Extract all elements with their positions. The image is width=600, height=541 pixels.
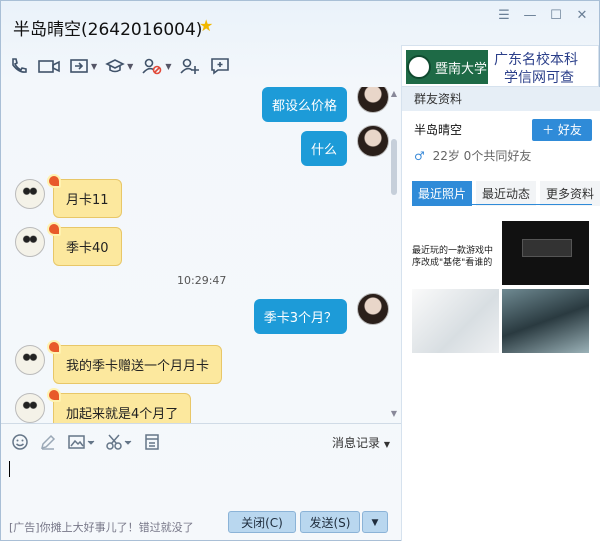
window-title: 半岛晴空(2642016004) <box>13 20 203 40</box>
message-bubble-received: 月卡11 <box>47 174 122 218</box>
avatar[interactable] <box>357 293 389 325</box>
message-bubble-received: 季卡40 <box>47 222 122 266</box>
scissors-icon[interactable] <box>105 433 133 454</box>
male-icon: ♂ <box>414 149 425 163</box>
comment-icon[interactable] <box>209 57 231 75</box>
message-bubble-received: 加起来就是4个月了 <box>46 388 192 423</box>
chevron-down-icon[interactable]: ▼ <box>165 62 171 71</box>
scrollbar-thumb[interactable] <box>391 139 397 195</box>
university-name: 暨南大学 <box>434 61 487 77</box>
share-screen-icon[interactable]: ▼ <box>69 57 97 75</box>
message-history-link[interactable]: 消息记录 ▼ <box>332 434 390 451</box>
block-user-icon[interactable]: ▼ <box>141 57 171 75</box>
message-bubble-received: 我的季卡赠送一个月月卡 <box>46 340 223 384</box>
message-bubble-sent: 季卡3个月？ <box>253 299 347 334</box>
chat-window: 半岛晴空(2642016004) ★ ☰ — ☐ ✕ ▼ ▼ ▼ 暨南大学 广东… <box>0 0 600 541</box>
message-input[interactable] <box>9 457 393 505</box>
emoji-icon[interactable] <box>11 433 29 454</box>
footer-ad-text[interactable]: [广告]你摊上大好事儿了！错过就没了 <box>9 519 194 535</box>
message-timestamp: 10:29:47 <box>177 274 227 287</box>
title-bar: 半岛晴空(2642016004) ★ ☰ — ☐ ✕ <box>1 1 600 47</box>
edit-icon[interactable] <box>39 433 57 454</box>
member-meta: ♂ 22岁 0个共同好友 <box>414 147 531 164</box>
plus-icon: ＋ <box>542 123 555 137</box>
video-icon[interactable] <box>37 57 61 75</box>
photo-thumbnail[interactable] <box>502 289 589 353</box>
menu-icon[interactable]: ☰ <box>493 7 515 25</box>
chat-scrollbar[interactable]: ▲ ▼ <box>389 87 399 423</box>
chevron-down-icon: ▼ <box>383 440 390 449</box>
avatar[interactable] <box>15 393 45 423</box>
photo-thumbnail[interactable] <box>502 221 589 285</box>
chevron-down-icon[interactable]: ▼ <box>127 62 133 71</box>
text-cursor <box>9 461 10 477</box>
scroll-down-icon[interactable]: ▼ <box>389 409 399 418</box>
university-logo: 暨南大学 <box>406 50 488 84</box>
panel-tabs: 最近照片 最近动态 更多资料 <box>412 181 600 206</box>
photo-caption-line: 序改成"基佬"看谁的 <box>412 258 493 268</box>
add-friend-button[interactable]: ＋ 好友 <box>532 119 592 141</box>
history-icon[interactable] <box>143 433 161 454</box>
tab-recent-photos[interactable]: 最近照片 <box>412 181 472 206</box>
message-bubble-sent: 都设么价格 <box>261 87 347 122</box>
chevron-down-icon[interactable]: ▼ <box>91 62 97 71</box>
avatar[interactable] <box>357 87 389 113</box>
close-button[interactable]: 关闭(C) <box>228 511 296 533</box>
member-name: 半岛晴空 <box>414 123 463 137</box>
add-friend-icon[interactable] <box>179 57 201 75</box>
send-button[interactable]: 发送(S) <box>300 511 360 533</box>
chat-toolbar: ▼ ▼ ▼ <box>9 53 231 79</box>
photo-content <box>522 239 572 257</box>
message-area: 都设么价格 什么 月卡11 季卡40 10:29:47 季卡3个月？ 我的季卡赠… <box>1 87 401 423</box>
avatar[interactable] <box>15 345 45 375</box>
avatar[interactable] <box>15 227 45 257</box>
seal-icon <box>406 55 431 79</box>
message-history-label: 消息记录 <box>332 436 381 450</box>
photo-thumbnail[interactable]: 最近玩的一款游戏中 序改成"基佬"看谁的 <box>412 221 499 285</box>
app-icon[interactable]: ▼ <box>105 57 133 75</box>
member-meta-text: 22岁 0个共同好友 <box>432 149 532 163</box>
close-icon[interactable]: ✕ <box>571 7 593 25</box>
scroll-up-icon[interactable]: ▲ <box>389 89 399 98</box>
tab-underline <box>412 204 592 205</box>
phone-icon[interactable] <box>9 57 29 75</box>
photo-thumbnail[interactable] <box>412 289 499 353</box>
minimize-icon[interactable]: — <box>519 7 541 25</box>
divider <box>1 423 401 424</box>
tab-more-info[interactable]: 更多资料 <box>540 181 600 206</box>
input-toolbar <box>11 433 161 453</box>
ad-banner[interactable]: 暨南大学 广东名校本科 学信网可查 <box>401 45 599 87</box>
vip-star-icon[interactable]: ★ <box>199 16 213 35</box>
window-controls: ☰ — ☐ ✕ <box>493 7 593 25</box>
panel-header: 群友资料 <box>402 87 600 111</box>
ad-line-1: 广东名校本科 <box>494 52 578 68</box>
tab-recent-activity[interactable]: 最近动态 <box>476 181 536 206</box>
avatar[interactable] <box>357 125 389 157</box>
avatar[interactable] <box>15 179 45 209</box>
add-friend-label: 好友 <box>557 123 582 137</box>
member-info-panel: 群友资料 半岛晴空 ＋ 好友 ♂ 22岁 0个共同好友 最近照片 最近动态 更多… <box>401 87 600 541</box>
maximize-icon[interactable]: ☐ <box>545 7 567 25</box>
ad-line-2: 学信网可查 <box>504 70 574 86</box>
chevron-down-icon: ▼ <box>371 518 379 528</box>
send-options-button[interactable]: ▼ <box>362 511 388 533</box>
image-icon[interactable] <box>67 433 95 454</box>
message-bubble-sent: 什么 <box>300 131 347 166</box>
